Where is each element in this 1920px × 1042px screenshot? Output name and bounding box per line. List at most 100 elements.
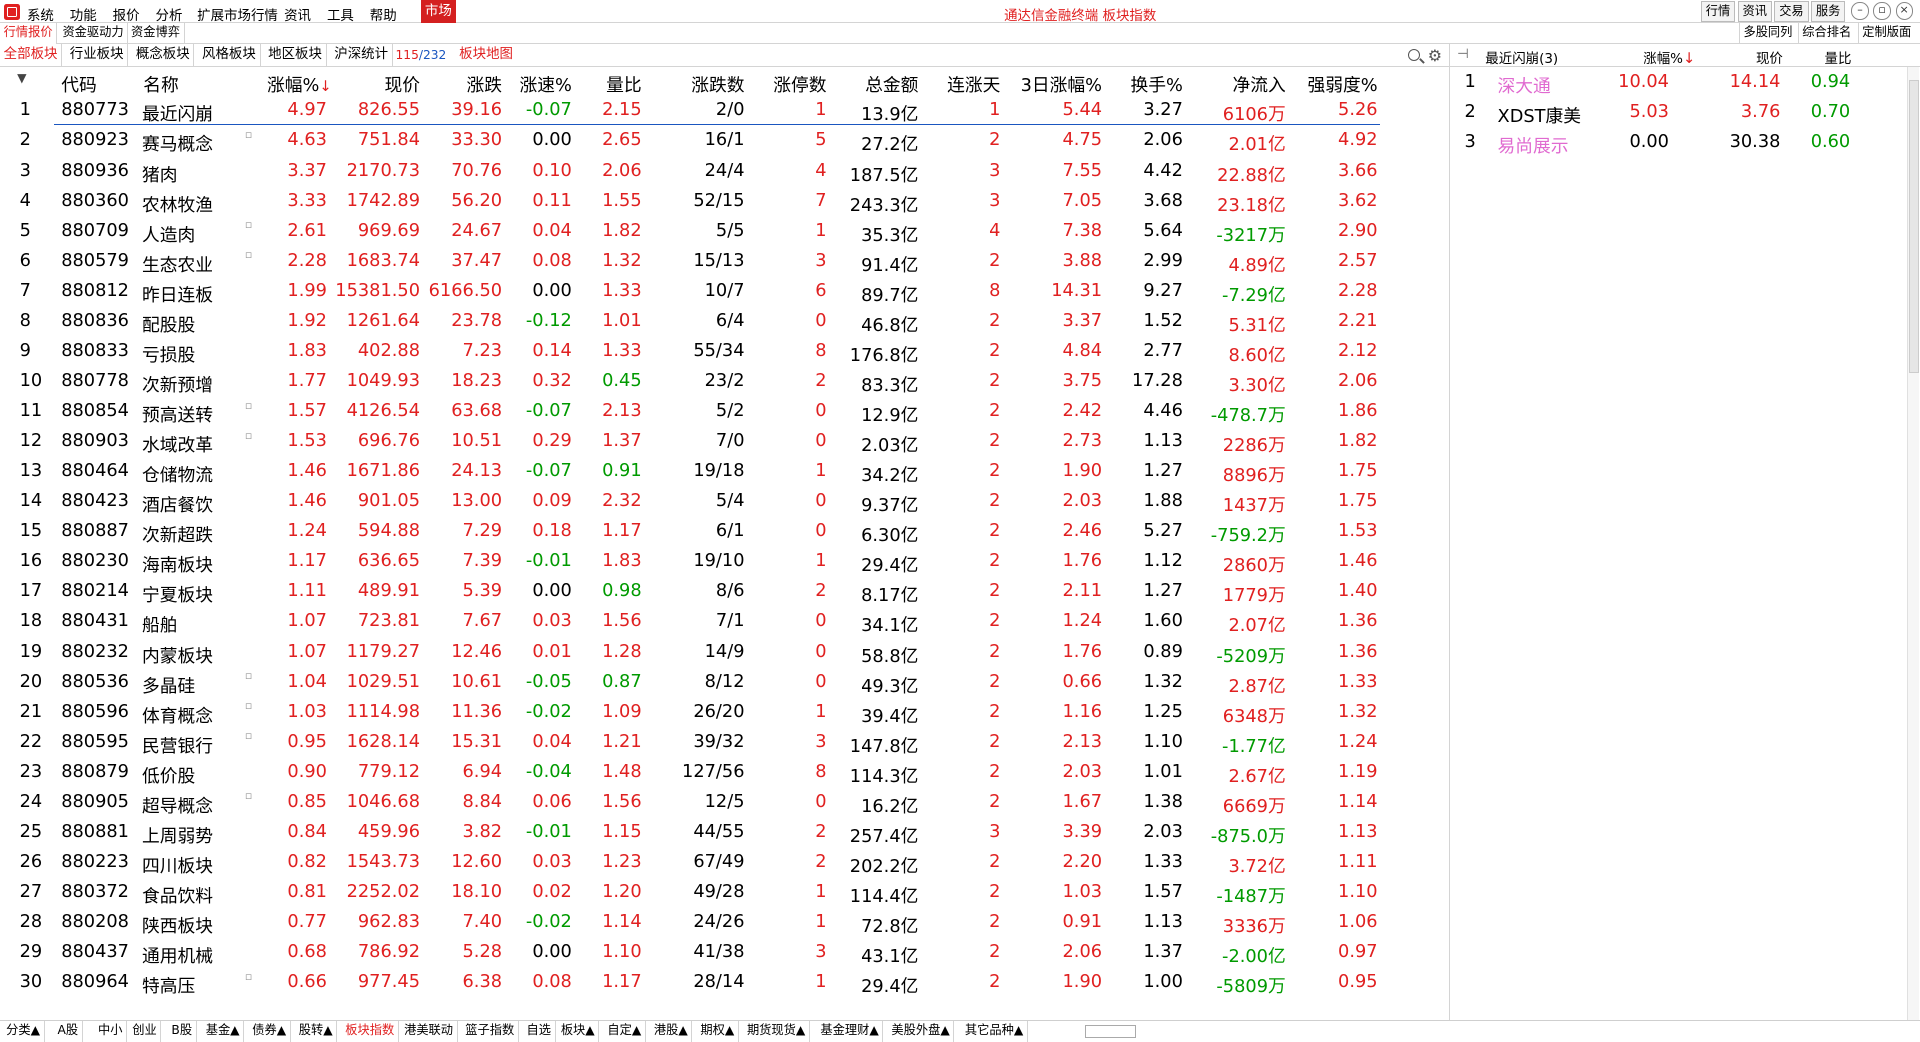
table-row[interactable]: 23 880879 低价股 0.90 779.12 6.94 -0.04 1.48 127/56…	[0, 758, 1449, 788]
col-speed[interactable]: 涨速%	[519, 71, 571, 97]
table-row[interactable]: 30 880964 特高压 0.66 977.45 6.38 0.08 1.17 28/14 1 2…	[0, 969, 1449, 999]
table-row[interactable]: 27 880372 食品饮料 0.81 2252.02 18.10 0.02 1.20 49/2…	[0, 878, 1449, 908]
table-row[interactable]: 25 880881 上周弱势 0.84 459.96 3.82 -0.01 1.15 44/55…	[0, 818, 1449, 848]
menu-quote[interactable]: 报价	[113, 4, 140, 24]
bottom-tab-11[interactable]: 自选	[523, 1021, 556, 1042]
table-row[interactable]: 26 880223 四川板块 0.82 1543.73 12.60 0.03 1.23 67/4…	[0, 848, 1449, 878]
table-row[interactable]: 20 880536 多晶硅 1.04 1029.51 10.61 -0.05 0.87 8/12…	[0, 668, 1449, 698]
bottom-tab-3[interactable]: 创业	[129, 1021, 162, 1042]
tab-capital-game[interactable]: 资金博弈	[127, 23, 185, 45]
table-row[interactable]: 22 880595 民营银行 0.95 1628.14 15.31 0.04 1.21 39/3…	[0, 728, 1449, 758]
tab-industry[interactable]: 行业板块	[66, 44, 129, 68]
bottom-tab-6[interactable]: 债券▲	[249, 1021, 291, 1042]
table-row[interactable]: 11 880854 预高送转 1.57 4126.54 63.68 -0.07 2.13 5/2…	[0, 397, 1449, 427]
bottom-tab-10[interactable]: 篮子指数	[462, 1021, 519, 1042]
sector-map-link[interactable]: 板块地图	[459, 44, 513, 66]
bottom-tab-13[interactable]: 自定▲	[604, 1021, 646, 1042]
gear-icon[interactable]: ⚙	[1428, 46, 1442, 64]
col-pct[interactable]: 涨幅%↓	[267, 71, 332, 97]
menu-tools[interactable]: 工具	[327, 4, 354, 24]
bottom-tab-17[interactable]: 基金理财▲	[817, 1021, 884, 1042]
table-row[interactable]: 24 880905 超导概念 0.85 1046.68 8.84 0.06 1.56 12/5 0…	[0, 788, 1449, 818]
bottom-tab-4[interactable]: B股	[168, 1021, 197, 1042]
tab-scroll[interactable]	[1084, 1024, 1137, 1039]
constituent-row[interactable]: 3 易尚展示 0.00 30.38 0.60	[1450, 129, 1920, 159]
tab-all-sectors[interactable]: 全部板块	[0, 44, 63, 68]
tab-region[interactable]: 地区板块	[264, 44, 327, 68]
col-limit-up[interactable]: 涨停数	[773, 71, 826, 97]
table-row[interactable]: 5 880709 人造肉 2.61 969.69 24.67 0.04 1.82 5/5 1 35.…	[0, 217, 1449, 247]
link-multi-stock[interactable]: 多股同列	[1738, 23, 1796, 45]
col-up-down[interactable]: 涨跌数	[691, 71, 744, 97]
top-btn-quote[interactable]: 行情	[1700, 1, 1736, 23]
bottom-tab-0[interactable]: 分类▲	[2, 1021, 45, 1042]
table-row[interactable]: 29 880437 通用机械 0.68 786.92 5.28 0.00 1.10 41/38 3…	[0, 938, 1449, 968]
bottom-tab-12[interactable]: 板块▲	[557, 1021, 600, 1042]
rp-col-price[interactable]: 现价	[1756, 47, 1783, 67]
menu-news[interactable]: 资讯	[284, 4, 311, 24]
table-row[interactable]: 21 880596 体育概念 1.03 1114.98 11.36 -0.02 1.09 26/…	[0, 698, 1449, 728]
constituent-row[interactable]: 2 XDST康美 5.03 3.76 0.70	[1450, 99, 1920, 129]
pin-icon[interactable]: ⊣	[1457, 47, 1469, 62]
menu-market-button[interactable]: 市场	[421, 0, 456, 24]
scroll-thumb[interactable]	[1908, 79, 1919, 374]
table-row[interactable]: 1 880773 最近闪崩 4.97 826.55 39.16 -0.07 2.15 2/0 1 1…	[0, 97, 1449, 127]
table-row[interactable]: 10 880778 次新预增 1.77 1049.93 18.23 0.32 0.45 23/2…	[0, 367, 1449, 397]
tab-shsz-stats[interactable]: 沪深统计	[331, 44, 393, 68]
table-row[interactable]: 12 880903 水域改革 1.53 696.76 10.51 0.29 1.37 7/0 0 2…	[0, 427, 1449, 457]
menu-help[interactable]: 帮助	[370, 4, 397, 24]
bottom-tab-16[interactable]: 期货现货▲	[743, 1021, 810, 1042]
top-btn-news[interactable]: 资讯	[1737, 1, 1772, 23]
table-row[interactable]: 18 880431 船舶 1.07 723.81 7.67 0.03 1.56 7/1 0 34.1…	[0, 608, 1449, 638]
col-consec-days[interactable]: 连涨天	[947, 71, 1000, 97]
table-row[interactable]: 15 880887 次新超跌 1.24 594.88 7.29 0.18 1.17 6/1 0 6.…	[0, 518, 1449, 548]
table-row[interactable]: 2 880923 赛马概念 4.63 751.84 33.30 0.00 2.65 16/1 5 2…	[0, 127, 1449, 157]
table-row[interactable]: 9 880833 亏损股 1.83 402.88 7.23 0.14 1.33 55/34 8 17…	[0, 337, 1449, 367]
menu-system[interactable]: 系统	[27, 4, 54, 24]
bottom-tab-14[interactable]: 港股▲	[650, 1021, 693, 1042]
menu-function[interactable]: 功能	[70, 4, 97, 24]
top-btn-trade[interactable]: 交易	[1774, 1, 1809, 23]
tab-quote-list[interactable]: 行情报价	[0, 23, 58, 45]
col-amount[interactable]: 总金额	[865, 71, 918, 97]
col-code[interactable]: 代码	[61, 71, 97, 97]
collapse-icon[interactable]: ▼	[17, 71, 26, 85]
bottom-tab-2[interactable]: 中小	[94, 1021, 128, 1042]
bottom-tab-18[interactable]: 美股外盘▲	[888, 1021, 955, 1042]
table-row[interactable]: 19 880232 内蒙板块 1.07 1179.27 12.46 0.01 1.28 14/9…	[0, 638, 1449, 668]
table-row[interactable]: 13 880464 仓储物流 1.46 1671.86 24.13 -0.07 0.91 19/…	[0, 457, 1449, 487]
link-custom-layout[interactable]: 定制版面	[1857, 23, 1915, 45]
tab-style[interactable]: 风格板块	[198, 44, 261, 68]
bottom-tab-19[interactable]: 其它品种▲	[961, 1021, 1028, 1042]
menu-analysis[interactable]: 分析	[156, 4, 183, 24]
col-3day-pct[interactable]: 3日涨幅%	[1021, 71, 1102, 97]
col-turnover[interactable]: 换手%	[1131, 71, 1183, 97]
bottom-tab-7[interactable]: 股转▲	[295, 1021, 338, 1042]
table-row[interactable]: 7 880812 昨日连板 1.99 15381.50 6166.50 0.00 1.33 10…	[0, 277, 1449, 307]
rp-col-vol-ratio[interactable]: 量比	[1825, 47, 1852, 67]
table-row[interactable]: 4 880360 农林牧渔 3.33 1742.89 56.20 0.11 1.55 52/15…	[0, 187, 1449, 217]
restore-icon[interactable]: ▫	[1873, 2, 1891, 20]
rp-col-pct[interactable]: 涨幅%↓	[1643, 47, 1695, 67]
tab-concept[interactable]: 概念板块	[132, 44, 195, 68]
constituent-row[interactable]: 1 深大通 10.04 14.14 0.94	[1450, 69, 1920, 99]
bottom-tab-8[interactable]: 板块指数	[342, 1021, 399, 1042]
tab-capital-drive[interactable]: 资金驱动力	[59, 23, 129, 45]
col-strength[interactable]: 强弱度%	[1307, 71, 1377, 97]
bottom-tab-15[interactable]: 期权▲	[697, 1021, 739, 1042]
close-icon[interactable]: ×	[1895, 2, 1913, 20]
table-row[interactable]: 6 880579 生态农业 2.28 1683.74 37.47 0.08 1.32 15/13…	[0, 247, 1449, 277]
link-ranking[interactable]: 综合排名	[1797, 23, 1855, 45]
col-change[interactable]: 涨跌	[467, 71, 503, 97]
bottom-tab-9[interactable]: 港美联动	[400, 1021, 458, 1042]
table-row[interactable]: 28 880208 陕西板块 0.77 962.83 7.40 -0.02 1.14 24/26…	[0, 908, 1449, 938]
col-name[interactable]: 名称	[143, 71, 179, 97]
table-row[interactable]: 8 880836 配股股 1.92 1261.64 23.78 -0.12 1.01 6/4 0 4…	[0, 307, 1449, 337]
table-row[interactable]: 3 880936 猪肉 3.37 2170.73 70.76 0.10 2.06 24/4 4 18…	[0, 157, 1449, 187]
top-btn-service[interactable]: 服务	[1811, 1, 1846, 23]
table-row[interactable]: 14 880423 酒店餐饮 1.46 901.05 13.00 0.09 2.32 5/4 0 9…	[0, 488, 1449, 518]
bottom-tab-1[interactable]: A股	[54, 1021, 83, 1042]
minimize-icon[interactable]: –	[1851, 2, 1869, 20]
search-icon[interactable]	[1408, 48, 1421, 62]
bottom-tab-5[interactable]: 基金▲	[202, 1021, 245, 1042]
